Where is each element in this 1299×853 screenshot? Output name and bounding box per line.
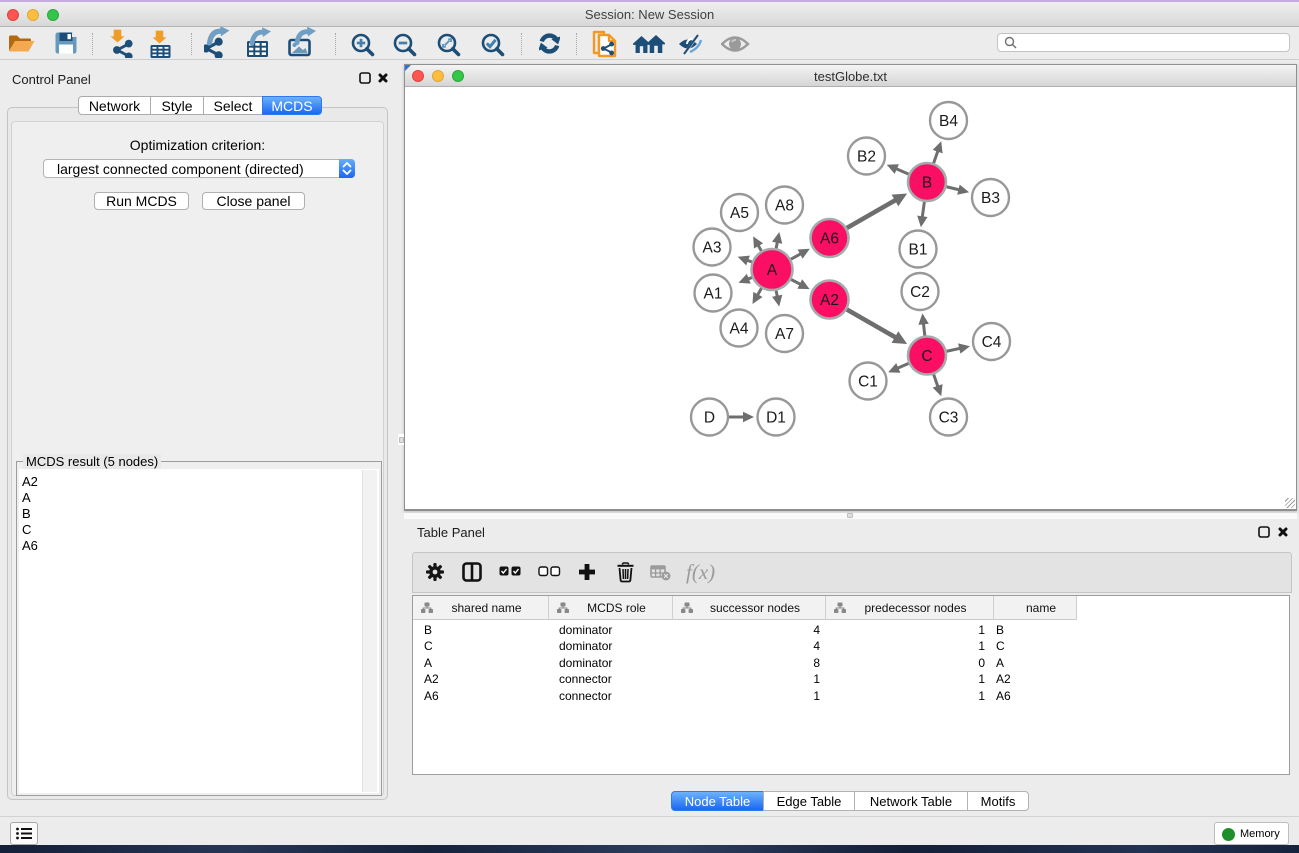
svg-text:A1: A1	[704, 286, 723, 303]
svg-text:D: D	[704, 410, 715, 427]
svg-text:C3: C3	[939, 410, 959, 427]
svg-text:B3: B3	[981, 190, 1000, 207]
svg-text:B4: B4	[939, 113, 958, 130]
svg-text:B1: B1	[909, 242, 928, 259]
svg-text:A3: A3	[703, 240, 722, 257]
svg-text:A2: A2	[820, 292, 839, 309]
svg-text:A5: A5	[730, 205, 749, 222]
svg-text:C4: C4	[982, 334, 1002, 351]
svg-text:A7: A7	[775, 326, 794, 343]
svg-text:A6: A6	[820, 231, 839, 248]
svg-text:A: A	[767, 262, 778, 279]
svg-text:A4: A4	[730, 321, 749, 338]
svg-text:D1: D1	[766, 410, 786, 427]
svg-text:C2: C2	[910, 284, 930, 301]
svg-text:B: B	[922, 175, 932, 192]
svg-text:C: C	[921, 348, 932, 365]
svg-text:A8: A8	[775, 198, 794, 215]
svg-text:C1: C1	[858, 374, 878, 391]
svg-text:B2: B2	[857, 149, 876, 166]
